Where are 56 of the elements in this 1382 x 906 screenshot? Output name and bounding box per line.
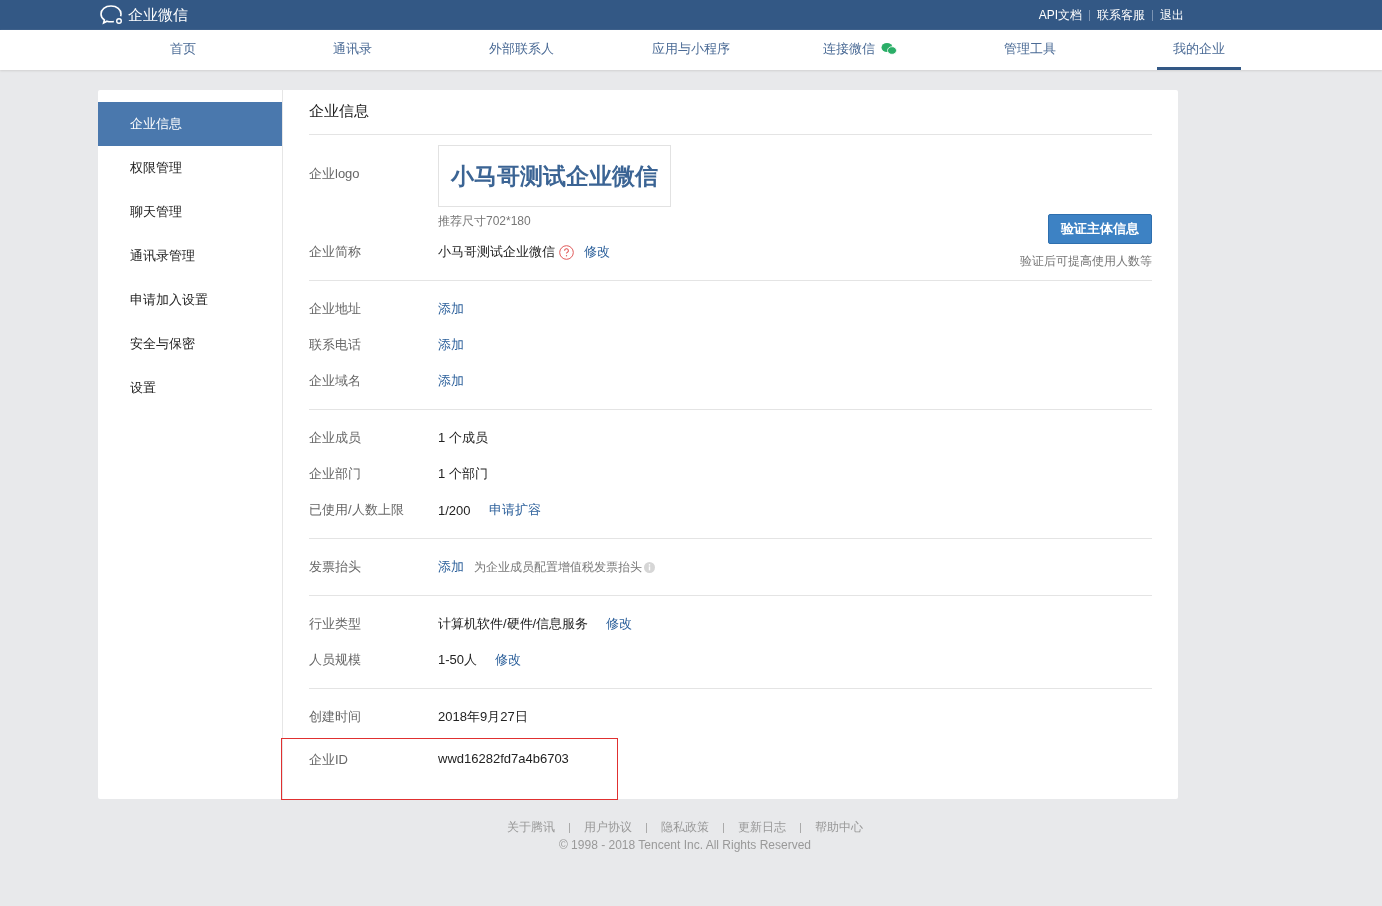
action-link[interactable]: 添加 — [438, 372, 464, 390]
verify-button[interactable]: 验证主体信息 — [1048, 214, 1152, 244]
field-label: 已使用/人数上限 — [309, 501, 405, 519]
sidebar-item[interactable]: 企业信息 — [98, 102, 282, 146]
action-link[interactable]: 修改 — [584, 243, 610, 261]
field-label: 发票抬头 — [309, 558, 362, 576]
field-label: 企业ID — [309, 751, 349, 769]
field-label: 企业域名 — [309, 372, 362, 390]
sidebar-item[interactable]: 设置 — [98, 366, 282, 410]
action-link[interactable]: 添加 — [438, 336, 464, 354]
field-value: 1 个部门 — [438, 465, 488, 483]
field-value: 1/200 — [438, 502, 471, 518]
sidebar-item[interactable]: 申请加入设置 — [98, 278, 282, 322]
brand-name: 企业微信 — [128, 5, 188, 25]
action-link[interactable]: 申请扩容 — [488, 501, 541, 519]
field-value: 1 个成员 — [438, 429, 488, 447]
field-label: 企业简称 — [309, 243, 362, 261]
top-link[interactable]: 退出 — [1160, 6, 1184, 24]
field-note: 为企业成员配置增值税发票抬头 — [474, 558, 642, 576]
field-value: 小马哥测试企业微信 — [438, 243, 555, 261]
field-label: 企业logo — [309, 165, 361, 183]
field-label: 联系电话 — [309, 336, 362, 354]
field-value: 计算机软件/硬件/信息服务 — [438, 615, 589, 633]
field-value: 2018年9月27日 — [438, 708, 528, 726]
action-link[interactable]: 添加 — [438, 558, 464, 576]
nav-tab[interactable]: 首页 — [153, 30, 212, 70]
nav-tab[interactable]: 连接微信 — [807, 30, 914, 70]
sidebar-item[interactable]: 安全与保密 — [98, 322, 282, 366]
field-label: 企业部门 — [309, 465, 362, 483]
company-logo: 小马哥测试企业微信 — [438, 145, 671, 207]
field-label: 行业类型 — [309, 615, 362, 633]
nav-tab[interactable]: 应用与小程序 — [635, 30, 746, 70]
action-link[interactable]: 修改 — [606, 615, 633, 633]
action-link[interactable]: 添加 — [438, 300, 464, 318]
verify-note: 验证后可提高使用人数等 — [1020, 253, 1152, 270]
sidebar-item[interactable]: 权限管理 — [98, 146, 282, 190]
sidebar-item[interactable]: 聊天管理 — [98, 190, 282, 234]
top-link[interactable]: 联系客服 — [1097, 6, 1145, 24]
field-label: 人员规模 — [309, 651, 362, 669]
field-label: 企业成员 — [309, 429, 362, 447]
help-icon[interactable] — [559, 244, 574, 260]
sidebar-item[interactable]: 通讯录管理 — [98, 234, 282, 278]
size-hint: 推荐尺寸702*180 — [438, 213, 531, 230]
field-value: 1-50人 — [438, 651, 478, 669]
action-link[interactable]: 修改 — [495, 651, 522, 669]
copyright: © 1998 - 2018 Tencent Inc. All Rights Reserved — [558, 838, 812, 852]
nav-tab[interactable]: 通讯录 — [316, 30, 388, 70]
nav-tab[interactable]: 我的企业 — [1157, 30, 1242, 70]
field-label: 企业地址 — [309, 300, 362, 318]
field-label: 创建时间 — [309, 708, 362, 726]
section-title: 企业信息 — [309, 90, 1152, 135]
chat-bubble-icon — [99, 4, 125, 26]
nav-tab[interactable]: 外部联系人 — [473, 30, 571, 70]
nav-tab[interactable]: 管理工具 — [987, 30, 1072, 70]
top-link[interactable]: API文档 — [1038, 6, 1082, 24]
field-value: wwd16282fd7a4b6703 — [438, 751, 569, 766]
